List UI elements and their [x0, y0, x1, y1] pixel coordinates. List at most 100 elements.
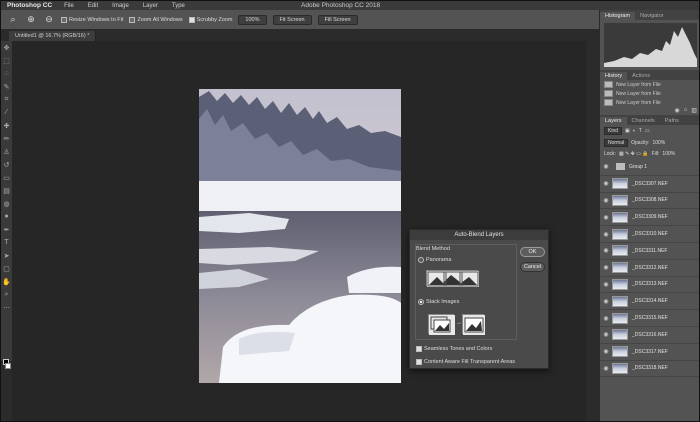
menu-type[interactable]: Type — [172, 3, 185, 9]
filter-shape-icon[interactable]: ▭ — [645, 128, 650, 134]
trash-icon[interactable]: ▥ — [691, 107, 697, 115]
zoom-tool-icon[interactable]: ⌕ — [7, 14, 19, 26]
tab-history[interactable]: History — [600, 72, 628, 80]
zoom-all-checkbox[interactable]: Zoom All Windows — [129, 16, 183, 23]
zoom-out-icon[interactable]: ⊖ — [43, 14, 55, 26]
visibility-eye-icon[interactable]: ◉ — [600, 197, 612, 204]
resize-windows-checkbox[interactable]: Resize Windows to Fit — [61, 16, 123, 23]
filter-pixel-icon[interactable]: ▣ — [625, 128, 630, 134]
menu-edit[interactable]: Edit — [88, 3, 98, 9]
snapshot-icon[interactable]: ◉ — [674, 107, 679, 115]
hand-tool-icon[interactable]: ✋ — [1, 275, 12, 288]
zoom-100-button[interactable]: 100% — [238, 14, 267, 25]
history-item[interactable]: New Layer from File — [600, 89, 699, 98]
background-color-swatch[interactable] — [5, 363, 11, 369]
zoom-tool-icon[interactable]: ⌕ — [1, 288, 12, 301]
document-photo — [199, 89, 401, 383]
quick-select-tool-icon[interactable]: ✎ — [1, 80, 12, 93]
gradient-tool-icon[interactable]: ▤ — [1, 184, 12, 197]
type-tool-icon[interactable]: T — [1, 236, 12, 249]
visibility-eye-icon[interactable]: ◉ — [600, 264, 612, 271]
layer-group-row[interactable]: ◉ Group 1 — [600, 159, 699, 176]
menu-image[interactable]: Image — [112, 3, 129, 9]
opacity-value[interactable]: 100% — [652, 140, 665, 146]
tab-channels[interactable]: Channels — [627, 117, 660, 125]
menu-file[interactable]: File — [64, 3, 74, 9]
visibility-eye-icon[interactable]: ◉ — [600, 231, 612, 238]
filter-type-icon[interactable]: T — [639, 128, 642, 134]
marquee-tool-icon[interactable]: ⬚ — [1, 54, 12, 67]
tab-actions[interactable]: Actions — [627, 72, 655, 80]
menu-layer[interactable]: Layer — [143, 3, 158, 9]
visibility-eye-icon[interactable]: ◉ — [600, 331, 612, 338]
layer-row[interactable]: ◉ _DSC3315.NEF — [600, 310, 699, 327]
blend-mode-select[interactable]: Normal — [604, 139, 629, 147]
tab-navigator[interactable]: Navigator — [635, 12, 669, 20]
tab-paths[interactable]: Paths — [660, 117, 684, 125]
layer-row[interactable]: ◉ _DSC3310.NEF — [600, 226, 699, 243]
visibility-eye-icon[interactable]: ◉ — [600, 247, 612, 254]
history-item[interactable]: New Layer from File — [600, 80, 699, 89]
blur-tool-icon[interactable]: ◍ — [1, 197, 12, 210]
healing-tool-icon[interactable]: ✚ — [1, 119, 12, 132]
layer-row[interactable]: ◉ _DSC3318.NEF — [600, 361, 699, 378]
layer-row[interactable]: ◉ _DSC3314.NEF — [600, 293, 699, 311]
stack-images-option[interactable]: Stack Images — [418, 299, 459, 305]
ok-button[interactable]: OK — [520, 247, 545, 257]
scrubby-zoom-checkbox[interactable]: Scrubby Zoom — [188, 16, 232, 23]
eraser-tool-icon[interactable]: ▭ — [1, 171, 12, 184]
panorama-option[interactable]: Panorama — [418, 257, 451, 263]
crop-tool-icon[interactable]: ⌗ — [1, 93, 12, 106]
path-select-icon[interactable]: ➤ — [1, 249, 12, 262]
filter-adjust-icon[interactable]: ◐ — [633, 128, 636, 134]
fill-value[interactable]: 100% — [662, 151, 675, 157]
camera-icon[interactable]: ⌂ — [684, 107, 688, 115]
pen-tool-icon[interactable]: ✒ — [1, 223, 12, 236]
layer-name: _DSC3308.NEF — [632, 197, 668, 204]
zoom-in-icon[interactable]: ⊕ — [25, 14, 37, 26]
visibility-eye-icon[interactable]: ◉ — [600, 281, 612, 288]
move-tool-icon[interactable]: ✥ — [1, 41, 12, 54]
cancel-button[interactable]: Cancel — [520, 262, 545, 272]
tab-histogram[interactable]: Histogram — [600, 12, 636, 20]
stack-images-radio[interactable] — [418, 299, 424, 305]
visibility-eye-icon[interactable]: ◉ — [600, 214, 612, 221]
layer-row[interactable]: ◉ _DSC3309.NEF — [600, 209, 699, 227]
stamp-tool-icon[interactable]: ♙ — [1, 145, 12, 158]
eyedropper-tool-icon[interactable]: ⁄ — [1, 106, 12, 119]
dodge-tool-icon[interactable]: ● — [1, 210, 12, 223]
layer-row[interactable]: ◉ _DSC3317.NEF — [600, 344, 699, 361]
kind-filter-select[interactable]: Kind — [604, 127, 623, 135]
visibility-eye-icon[interactable]: ◉ — [600, 163, 612, 170]
layer-row[interactable]: ◉ _DSC3308.NEF — [600, 193, 699, 210]
layer-row[interactable]: ◉ _DSC3313.NEF — [600, 277, 699, 294]
content-aware-checkbox[interactable]: Content Aware Fill Transparent Areas — [416, 359, 515, 365]
visibility-eye-icon[interactable]: ◉ — [600, 180, 612, 187]
visibility-eye-icon[interactable]: ◉ — [600, 365, 612, 372]
app-name[interactable]: Photoshop CC — [7, 2, 52, 9]
history-item[interactable]: New Layer from File — [600, 98, 699, 107]
visibility-eye-icon[interactable]: ◉ — [600, 348, 612, 355]
brush-tool-icon[interactable]: ✏ — [1, 132, 12, 145]
more-tools-icon[interactable]: ⋯ — [1, 301, 12, 314]
seamless-tones-checkbox[interactable]: Seamless Tones and Colors — [416, 346, 492, 352]
layer-row[interactable]: ◉ _DSC3307.NEF — [600, 176, 699, 193]
lasso-tool-icon[interactable]: ◌ — [1, 67, 12, 80]
document-tab[interactable]: Untitled1 @ 16.7% (RGB/16) * — [9, 31, 97, 41]
shape-tool-icon[interactable]: ▢ — [1, 262, 12, 275]
history-brush-icon[interactable]: ↺ — [1, 158, 12, 171]
panorama-radio[interactable] — [418, 257, 424, 263]
history-icon — [604, 81, 613, 88]
fit-screen-button[interactable]: Fit Screen — [272, 14, 312, 25]
tab-layers[interactable]: Layers — [600, 117, 627, 125]
lock-row: Lock: ▦ ✎ ✥ ▭ 🔒 Fill: 100% — [600, 149, 699, 159]
layer-row[interactable]: ◉ _DSC3316.NEF — [600, 327, 699, 344]
fill-screen-button[interactable]: Fill Screen — [317, 14, 358, 25]
visibility-eye-icon[interactable]: ◉ — [600, 298, 612, 305]
layer-row[interactable]: ◉ _DSC3311.NEF — [600, 243, 699, 260]
visibility-eye-icon[interactable]: ◉ — [600, 315, 612, 322]
lock-icons[interactable]: ▦ ✎ ✥ ▭ 🔒 — [619, 151, 649, 157]
stack-result-illustration — [462, 314, 485, 335]
layer-row[interactable]: ◉ _DSC3312.NEF — [600, 260, 699, 277]
content-aware-label: Content Aware Fill Transparent Areas — [424, 359, 516, 365]
